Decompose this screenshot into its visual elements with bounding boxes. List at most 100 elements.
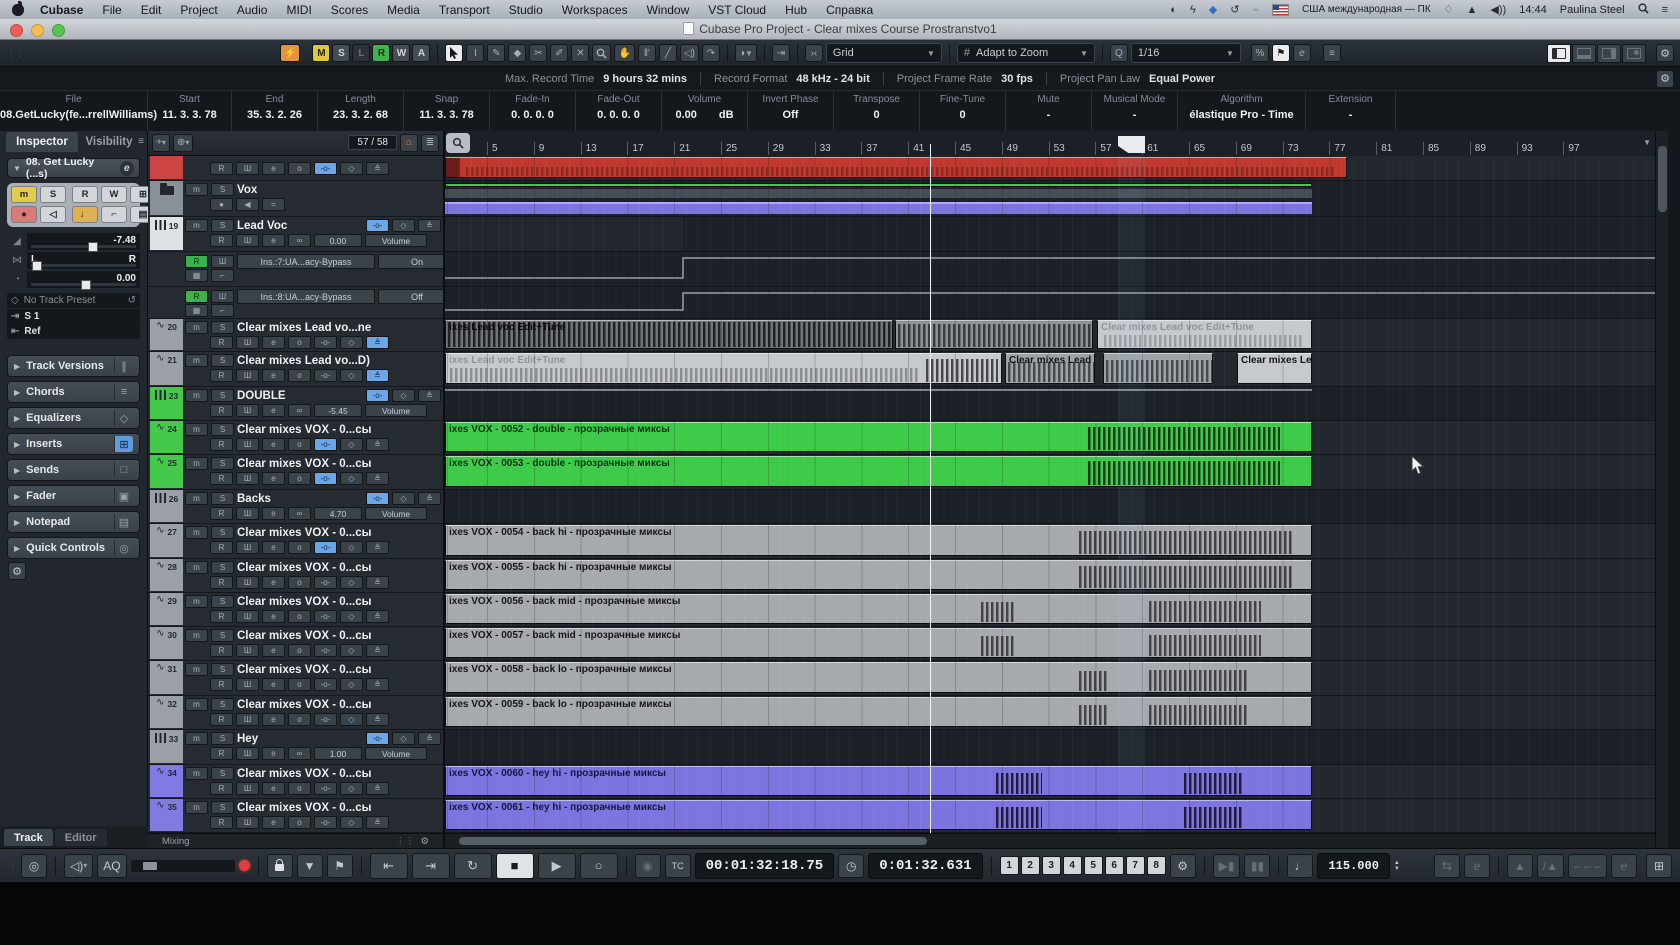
infoline-col-mute[interactable]: Mute- (1006, 91, 1092, 131)
use-track-preset-button[interactable]: ⊕▾ (173, 134, 193, 152)
curve-button[interactable]: ≙ (366, 369, 389, 382)
menu-item-scores[interactable]: Scores (331, 3, 368, 17)
infoline-col-volume[interactable]: Volume0.00 dB (662, 91, 748, 131)
track-row-26[interactable]: 26mSBacks-o-◇≙RШe∞4.70Volume (148, 490, 443, 524)
write-button[interactable]: Ш (236, 404, 259, 417)
curve-button[interactable]: ≙ (418, 219, 441, 232)
read-button[interactable]: R (210, 610, 233, 623)
solo-button[interactable]: S (211, 389, 234, 402)
menu-item-transport[interactable]: Transport (439, 3, 490, 17)
tab-track[interactable]: Track (4, 829, 53, 846)
section-expand-arrow-icon[interactable]: ▶ (14, 440, 20, 449)
notification-center-icon[interactable]: ≡ (1662, 4, 1668, 16)
solo-button[interactable]: S (211, 423, 234, 436)
infoline-col-end[interactable]: End35. 3. 2. 26 (232, 91, 318, 131)
lane-track-28[interactable]: ixes VOX - 0055 - back hi - прозрачные м… (445, 559, 1655, 593)
volume-param-box[interactable]: Volume (365, 234, 427, 247)
inspector-track-header[interactable]: ▼ 08. Get Lucky (...s) e (7, 158, 140, 178)
insert-state-icon[interactable]: o (288, 782, 311, 795)
solo-button[interactable]: S (211, 183, 234, 196)
solo-button[interactable]: S (211, 219, 234, 232)
infoline-col-file[interactable]: File08.GetLucky(fe...rrellWilliams) (0, 91, 148, 131)
write-button[interactable]: Ш (236, 541, 259, 554)
time-machine-icon[interactable]: ↺ (1230, 3, 1239, 16)
menu-item-studio[interactable]: Studio (509, 3, 543, 17)
chevron-down-icon[interactable]: ▼ (13, 164, 21, 173)
track-row-21[interactable]: ∿21mSClear mixes Lead vo...D)RШeo-o-◇≙ (148, 352, 443, 387)
curve-button[interactable]: ≙ (366, 816, 389, 829)
read-button[interactable]: R (210, 234, 233, 247)
tempo-spinner[interactable]: ▲▼ (1394, 860, 1400, 872)
write-automation-button[interactable]: ◇ (392, 492, 415, 505)
transport-setup-button[interactable]: ⊞ (1646, 854, 1672, 878)
infoline-col-musical-mode[interactable]: Musical Mode- (1092, 91, 1178, 131)
record-enable-button[interactable]: ● (210, 198, 233, 211)
insert-state-icon[interactable]: o (288, 576, 311, 589)
inspector-section-inserts[interactable]: ▶Inserts⊞ (7, 433, 140, 455)
solo-button[interactable]: S (211, 629, 234, 642)
track-row-19[interactable]: 19mSLead Voc-o-◇≙RШe∞0.00Volume (148, 217, 443, 252)
audio-event[interactable]: ixes VOX - 0059 - back lo - прозрачные м… (445, 697, 1312, 727)
write-automation-button[interactable]: ◇ (340, 816, 363, 829)
mute-button[interactable]: m (185, 354, 208, 367)
curve-button[interactable]: ≙ (366, 162, 389, 175)
inspector-menu-icon[interactable]: ≡ (138, 136, 144, 147)
infoline-col-fade-in[interactable]: Fade-In0. 0. 0. 0 (490, 91, 576, 131)
audio-event[interactable]: ixes Lead voc Edit+Tune (445, 353, 1002, 384)
mute-button[interactable]: m (185, 219, 208, 232)
read-automation-button[interactable]: -o- (314, 576, 337, 589)
lock-open-icon[interactable]: ⌐ (101, 206, 127, 223)
notepad-icon[interactable]: ▤ (114, 514, 133, 530)
solo-button[interactable]: S (211, 732, 234, 745)
time-warp-tool[interactable]: ‖′ (638, 44, 656, 62)
menu-item-cubase[interactable]: Cubase (40, 3, 83, 17)
infoline-col-extension[interactable]: Extension- (1306, 91, 1396, 131)
channel-button-a[interactable]: A (412, 44, 430, 62)
section-expand-arrow-icon[interactable]: ▶ (14, 466, 20, 475)
edit-channel-button[interactable]: e (262, 438, 285, 451)
volume-value-box[interactable]: 4.70 (314, 507, 362, 520)
infoline-toggle-button[interactable]: ≡ (1323, 44, 1341, 62)
input-source-flag-icon[interactable] (1272, 4, 1289, 16)
curve-button[interactable]: ≙ (418, 389, 441, 402)
mute-button[interactable]: m (185, 389, 208, 402)
channel-button-s[interactable]: S (332, 44, 350, 62)
write-button[interactable]: Ш (236, 678, 259, 691)
read-automation-button[interactable]: -o- (314, 713, 337, 726)
audio-event[interactable]: Clear mixes Lead voc (1005, 353, 1095, 384)
channel-button-l[interactable]: L (352, 44, 370, 62)
curve-button[interactable]: ≙ (366, 472, 389, 485)
siri-icon[interactable]: ◐ (1170, 4, 1177, 16)
mute-button[interactable]: m (185, 698, 208, 711)
read-button[interactable]: R (210, 782, 233, 795)
infoline-col-invert-phase[interactable]: Invert PhaseOff (748, 91, 834, 131)
menu-item-vst-cloud[interactable]: VST Cloud (708, 3, 766, 17)
mute-button[interactable]: m (185, 526, 208, 539)
home-zoom-button[interactable]: ⌂ (400, 134, 418, 152)
lane-track-31[interactable]: ixes VOX - 0058 - back lo - прозрачные м… (445, 661, 1655, 696)
write-button[interactable]: Ш (236, 747, 259, 760)
read-button[interactable]: R (185, 255, 208, 268)
color-menu-button[interactable]: ◑ ▼ (735, 44, 757, 62)
menu-item-window[interactable]: Window (647, 3, 690, 17)
track-row[interactable]: RШIns.:7:UA...acy-BypassOn▦⌐ (148, 252, 443, 287)
write-button[interactable]: Ш (236, 438, 259, 451)
audio-event[interactable]: ixes VOX - 0055 - back hi - прозрачные м… (445, 560, 1312, 590)
quantize-panel-button[interactable]: e (1293, 44, 1311, 62)
autoscroll-button[interactable]: ⇥ (772, 44, 790, 62)
secondary-time-format-icon[interactable]: ◷ (838, 854, 864, 878)
lane[interactable] (445, 156, 1655, 181)
mute-button[interactable]: m (185, 629, 208, 642)
lane-track-32[interactable]: ixes VOX - 0059 - back lo - прозрачные м… (445, 696, 1655, 730)
mute-button[interactable]: m (11, 186, 37, 203)
write-button[interactable]: Ш (211, 255, 234, 268)
menubar-user[interactable]: Paulina Steel (1560, 4, 1625, 16)
section-expand-arrow-icon[interactable]: ▶ (14, 518, 20, 527)
erase-tool[interactable]: ◆ (508, 44, 526, 62)
track-row[interactable]: RШIns.:8:UA...acy-BypassOff▦⌐ (148, 287, 443, 319)
audio-event[interactable]: ixes VOX - 0054 - back hi - прозрачные м… (445, 525, 1312, 556)
write-button[interactable]: Ш (236, 644, 259, 657)
edit-channel-button[interactable]: e (262, 576, 285, 589)
lock-open-icon[interactable]: ⌐ (211, 304, 234, 317)
audio-event[interactable]: ixes VOX - 0058 - back lo - прозрачные м… (445, 662, 1312, 693)
